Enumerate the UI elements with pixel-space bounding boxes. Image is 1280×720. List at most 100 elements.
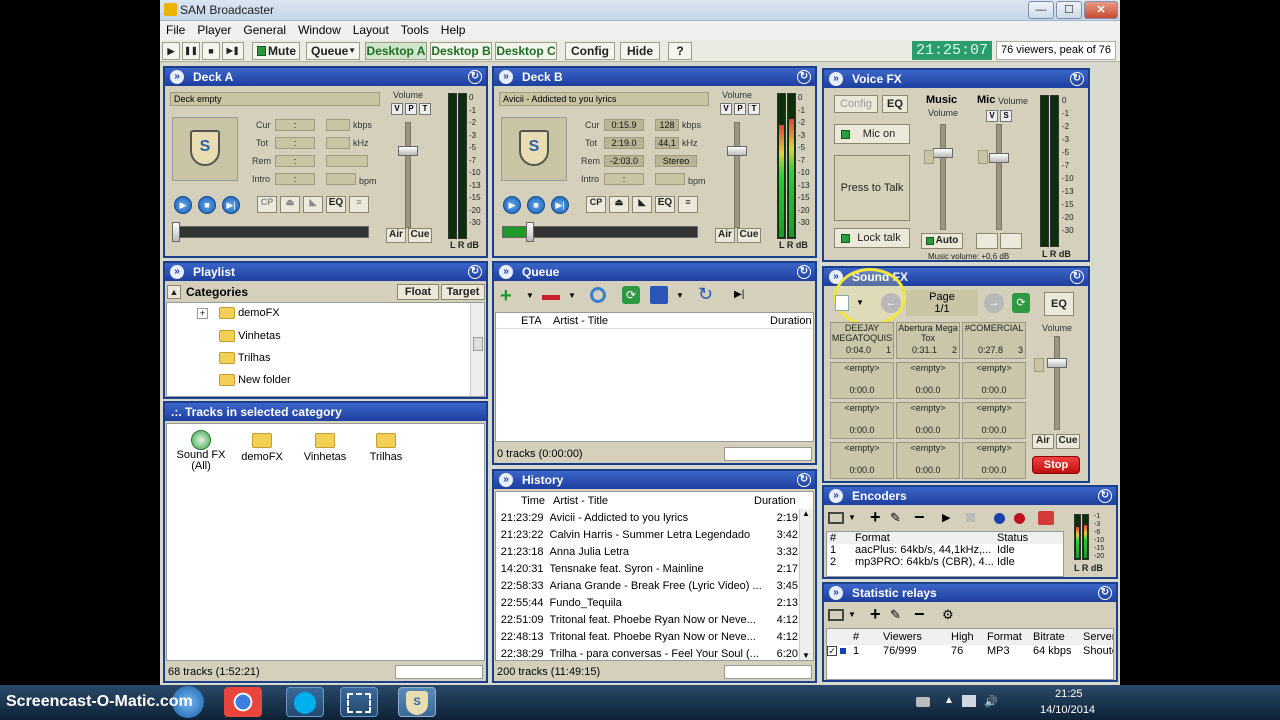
- collapse-icon[interactable]: »: [170, 70, 184, 84]
- expand-icon[interactable]: +: [197, 308, 208, 319]
- chevron-down-icon[interactable]: ▼: [848, 610, 856, 619]
- col-artist-title[interactable]: Artist - Title: [553, 315, 608, 327]
- air-button[interactable]: Air: [715, 228, 735, 243]
- chevron-down-icon[interactable]: ▼: [856, 298, 864, 307]
- add-icon[interactable]: +: [870, 507, 881, 528]
- hide-button[interactable]: Hide: [620, 42, 660, 60]
- p-toggle[interactable]: P: [405, 103, 417, 115]
- v-toggle[interactable]: V: [720, 103, 732, 115]
- s-toggle[interactable]: S: [1000, 110, 1012, 122]
- mic-volume-slider[interactable]: [996, 124, 1002, 230]
- restore-icon[interactable]: ↻: [797, 265, 811, 279]
- chevron-down-icon[interactable]: ▼: [676, 291, 684, 300]
- next-icon[interactable]: ▶|: [222, 196, 240, 214]
- menu-window[interactable]: Window: [292, 21, 347, 39]
- desktop-c-tab[interactable]: Desktop C: [495, 42, 557, 60]
- fx-cell[interactable]: <empty> 0:00.0: [962, 362, 1026, 399]
- desktop-b-tab[interactable]: Desktop B: [430, 42, 492, 60]
- stop-button[interactable]: ■: [202, 42, 220, 60]
- table-row[interactable]: 22:55:44 Fundo_Tequila 2:13: [496, 594, 798, 611]
- menu-icon[interactable]: ≡: [678, 196, 698, 213]
- col-artist-title[interactable]: Artist - Title: [553, 495, 608, 507]
- menu-general[interactable]: General: [237, 21, 292, 39]
- skype-icon[interactable]: [286, 687, 324, 717]
- mic-volume-knob[interactable]: [989, 153, 1009, 163]
- tray-date[interactable]: 14/10/2014: [1040, 704, 1095, 716]
- restore-icon[interactable]: ↻: [468, 265, 482, 279]
- collapse-icon[interactable]: »: [499, 473, 513, 487]
- fx-volume-slider[interactable]: [1054, 336, 1060, 430]
- history-scrollbar[interactable]: ▲ ▼: [799, 509, 813, 660]
- close-button[interactable]: ✕: [1084, 1, 1118, 19]
- mic-aux-button-1[interactable]: [976, 233, 998, 249]
- stop-all-button[interactable]: Stop: [1032, 456, 1080, 474]
- eject-icon[interactable]: ⏏: [609, 196, 629, 213]
- remove-icon[interactable]: −: [914, 604, 925, 625]
- fx-cell[interactable]: <empty> 0:00.0: [962, 442, 1026, 479]
- menu-tools[interactable]: Tools: [395, 21, 435, 39]
- table-row[interactable]: 21:23:29 Avicii - Addicted to you lyrics 2…: [496, 509, 798, 526]
- restore-icon[interactable]: ↻: [1070, 72, 1084, 86]
- chevron-down-icon[interactable]: ▼: [848, 513, 856, 522]
- settings-icon[interactable]: ⚙: [942, 607, 954, 623]
- up-icon[interactable]: ▲: [167, 285, 181, 299]
- music-volume-knob[interactable]: [933, 148, 953, 158]
- page-icon[interactable]: [835, 295, 849, 311]
- redo-icon[interactable]: ↻: [698, 284, 713, 305]
- fx-cell[interactable]: <empty> 0:00.0: [830, 442, 894, 479]
- col-time[interactable]: Time: [521, 495, 545, 507]
- press-to-talk-button[interactable]: Press to Talk: [834, 155, 910, 221]
- add-icon[interactable]: +: [500, 285, 512, 308]
- tree-scrollbar[interactable]: [470, 303, 484, 396]
- collapse-icon[interactable]: »: [829, 72, 843, 86]
- fx-cell[interactable]: <empty> 0:00.0: [896, 442, 960, 479]
- play-button[interactable]: ▶: [162, 42, 180, 60]
- fx-volume-knob[interactable]: [1047, 358, 1067, 368]
- volume-slider[interactable]: [405, 122, 411, 228]
- t-toggle[interactable]: T: [748, 103, 760, 115]
- refresh-icon[interactable]: ⟳: [622, 286, 640, 304]
- play-icon[interactable]: ▶: [503, 196, 521, 214]
- fx-cell[interactable]: <empty> 0:00.0: [896, 362, 960, 399]
- restore-icon[interactable]: ↻: [797, 70, 811, 84]
- minimize-button[interactable]: —: [1028, 1, 1054, 19]
- add-icon[interactable]: +: [870, 604, 881, 625]
- fx-cell[interactable]: <empty> 0:00.0: [962, 402, 1026, 439]
- table-row[interactable]: 1 aacPlus: 64kb/s, 44,1kHz,... Idle: [827, 544, 1063, 556]
- target-button[interactable]: Target: [441, 284, 485, 300]
- chevron-down-icon[interactable]: ▼: [526, 291, 534, 300]
- fx-cell[interactable]: <empty> 0:00.0: [830, 402, 894, 439]
- help-button[interactable]: ?: [668, 42, 692, 60]
- remove-icon[interactable]: −: [914, 507, 925, 528]
- track-item-trilhas[interactable]: Trilhas: [361, 430, 411, 463]
- mute-button[interactable]: Mute: [252, 42, 300, 60]
- tray-time[interactable]: 21:25: [1055, 688, 1083, 700]
- desktop-a-tab[interactable]: Desktop A: [365, 42, 427, 60]
- stop-icon[interactable]: [966, 513, 975, 522]
- col-duration[interactable]: Duration: [754, 495, 796, 507]
- queue-dropdown[interactable]: Queue ▼: [306, 42, 360, 60]
- volume-slider[interactable]: [734, 122, 740, 228]
- prev-page-icon[interactable]: ←: [881, 293, 901, 313]
- search-icon[interactable]: [590, 287, 606, 303]
- table-row[interactable]: 21:23:18 Anna Julia Letra 3:32: [496, 543, 798, 560]
- fade-icon[interactable]: ◣: [632, 196, 652, 213]
- restore-icon[interactable]: ↻: [1098, 489, 1112, 503]
- position-knob[interactable]: [526, 222, 534, 242]
- tray-icon[interactable]: [916, 697, 930, 707]
- next-page-icon[interactable]: →: [984, 293, 1004, 313]
- menu-icon[interactable]: ≡: [349, 196, 369, 213]
- collapse-icon[interactable]: »: [170, 265, 184, 279]
- monitor-icon[interactable]: [828, 512, 844, 524]
- table-row[interactable]: 22:51:09 Tritonal feat. Phoebe Ryan Now o…: [496, 611, 798, 628]
- table-row[interactable]: ✓ 176/99976MP364 kbpsShoutca: [827, 645, 1113, 657]
- v-toggle[interactable]: V: [986, 110, 998, 122]
- collapse-icon[interactable]: »: [499, 70, 513, 84]
- table-row[interactable]: 21:23:22 Calvin Harris - Summer Letra Leg…: [496, 526, 798, 543]
- restore-icon[interactable]: ↻: [1070, 270, 1084, 284]
- menu-layout[interactable]: Layout: [347, 21, 395, 39]
- fx-cell[interactable]: DEEJAY MEGATOQUIS 0:04.0 1: [830, 322, 894, 359]
- eq-button[interactable]: EQ: [1044, 292, 1074, 316]
- lock-talk-button[interactable]: Lock talk: [834, 228, 910, 248]
- next-button[interactable]: ▶❚: [222, 42, 244, 60]
